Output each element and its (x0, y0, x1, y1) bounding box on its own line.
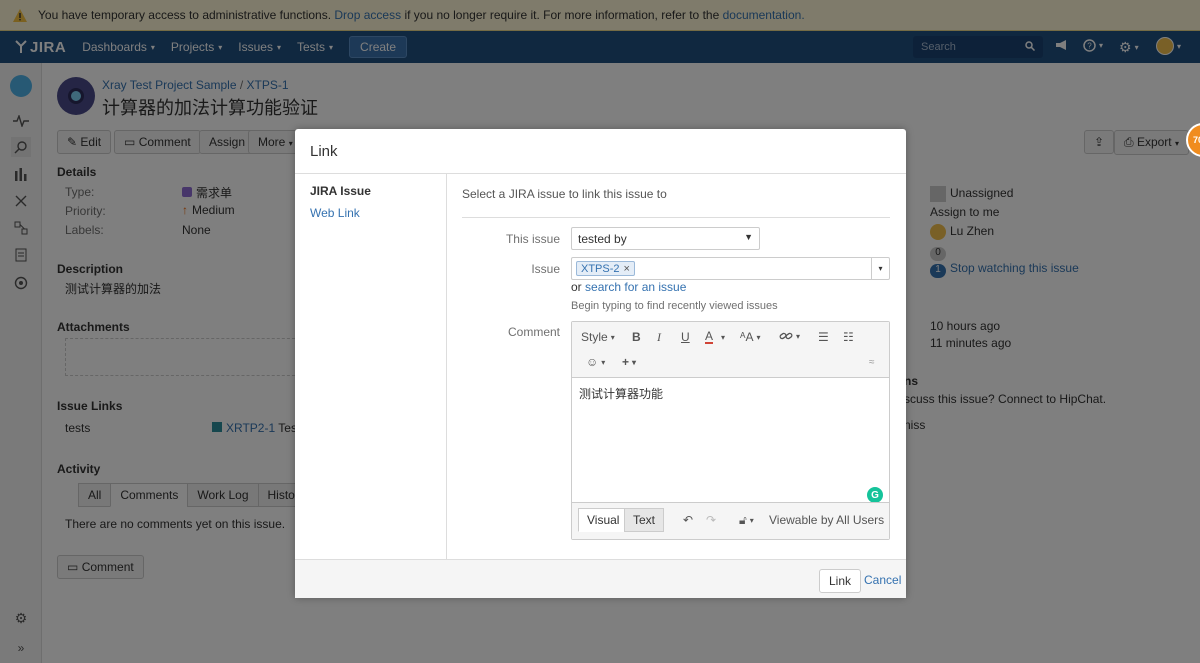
search-issue-row: or search for an issue (571, 280, 687, 294)
visibility-text: Viewable by All Users (769, 513, 885, 527)
tab-text[interactable]: Text (624, 508, 665, 532)
style-dropdown[interactable]: Style ▾ (581, 330, 615, 344)
dialog-side-nav: JIRA Issue Web Link (295, 174, 447, 560)
dialog-footer: Link Cancel (295, 559, 906, 598)
side-item-web-link[interactable]: Web Link (310, 206, 360, 220)
underline-icon[interactable]: U (681, 330, 690, 344)
collapse-toolbar-icon[interactable]: ≈ (869, 357, 875, 368)
cancel-link[interactable]: Cancel (864, 573, 901, 587)
redo-icon[interactable]: ↷ (706, 513, 716, 527)
search-for-issue-link[interactable]: search for an issue (585, 280, 686, 294)
issue-hint: Begin typing to find recently viewed iss… (571, 300, 778, 312)
issue-label: Issue (531, 262, 560, 276)
comment-editor: Style ▾ B I U A ▾ ᴬA ▾ ▾ ☰ ☷ ☺ ▾ + ▾ ≈ 测试计算器功… (571, 321, 890, 540)
link-submit-button[interactable]: Link (819, 569, 862, 593)
undo-icon[interactable]: ↶ (683, 513, 693, 527)
comment-label: Comment (507, 325, 560, 339)
issue-chip[interactable]: XTPS-2 × (576, 261, 635, 276)
dialog-instruction: Select a JIRA issue to link this issue t… (462, 187, 667, 201)
editor-footer: Visual Text ↶ ↷ 🔓︎ ▾ Viewable by All User… (572, 502, 889, 539)
bullet-list-icon[interactable]: ☰ (818, 330, 829, 344)
side-item-jira-issue[interactable]: JIRA Issue (310, 184, 371, 198)
lock-icon[interactable]: 🔓︎ ▾ (739, 513, 754, 528)
remove-icon[interactable]: × (624, 263, 630, 275)
insert-more-icon[interactable]: + ▾ (622, 355, 636, 369)
dialog-title: Link (295, 129, 906, 174)
chevron-down-icon: ▼ (744, 232, 753, 242)
bold-icon[interactable]: B (632, 330, 641, 344)
tab-visual[interactable]: Visual (578, 508, 629, 532)
text-color-icon[interactable]: A ▾ (705, 330, 725, 344)
link-type-select[interactable]: tested by ▼ (571, 227, 760, 250)
this-issue-label: This issue (505, 232, 560, 246)
italic-icon[interactable]: I (657, 330, 661, 345)
grammarly-icon[interactable]: G (867, 487, 883, 503)
editor-toolbar: Style ▾ B I U A ▾ ᴬA ▾ ▾ ☰ ☷ ☺ ▾ + ▾ ≈ (572, 322, 889, 378)
chevron-down-icon[interactable]: ▾ (871, 258, 889, 279)
link-dialog: Link JIRA Issue Web Link Select a JIRA i… (295, 129, 906, 598)
link-icon[interactable]: ▾ (779, 330, 800, 342)
comment-text[interactable]: 测试计算器功能 (579, 385, 663, 402)
text-format-icon[interactable]: ᴬA ▾ (740, 330, 760, 344)
divider (462, 217, 890, 218)
emoticon-icon[interactable]: ☺ ▾ (586, 355, 605, 369)
issue-picker-input[interactable]: XTPS-2 × ▾ (571, 257, 890, 280)
numbered-list-icon[interactable]: ☷ (843, 330, 854, 344)
